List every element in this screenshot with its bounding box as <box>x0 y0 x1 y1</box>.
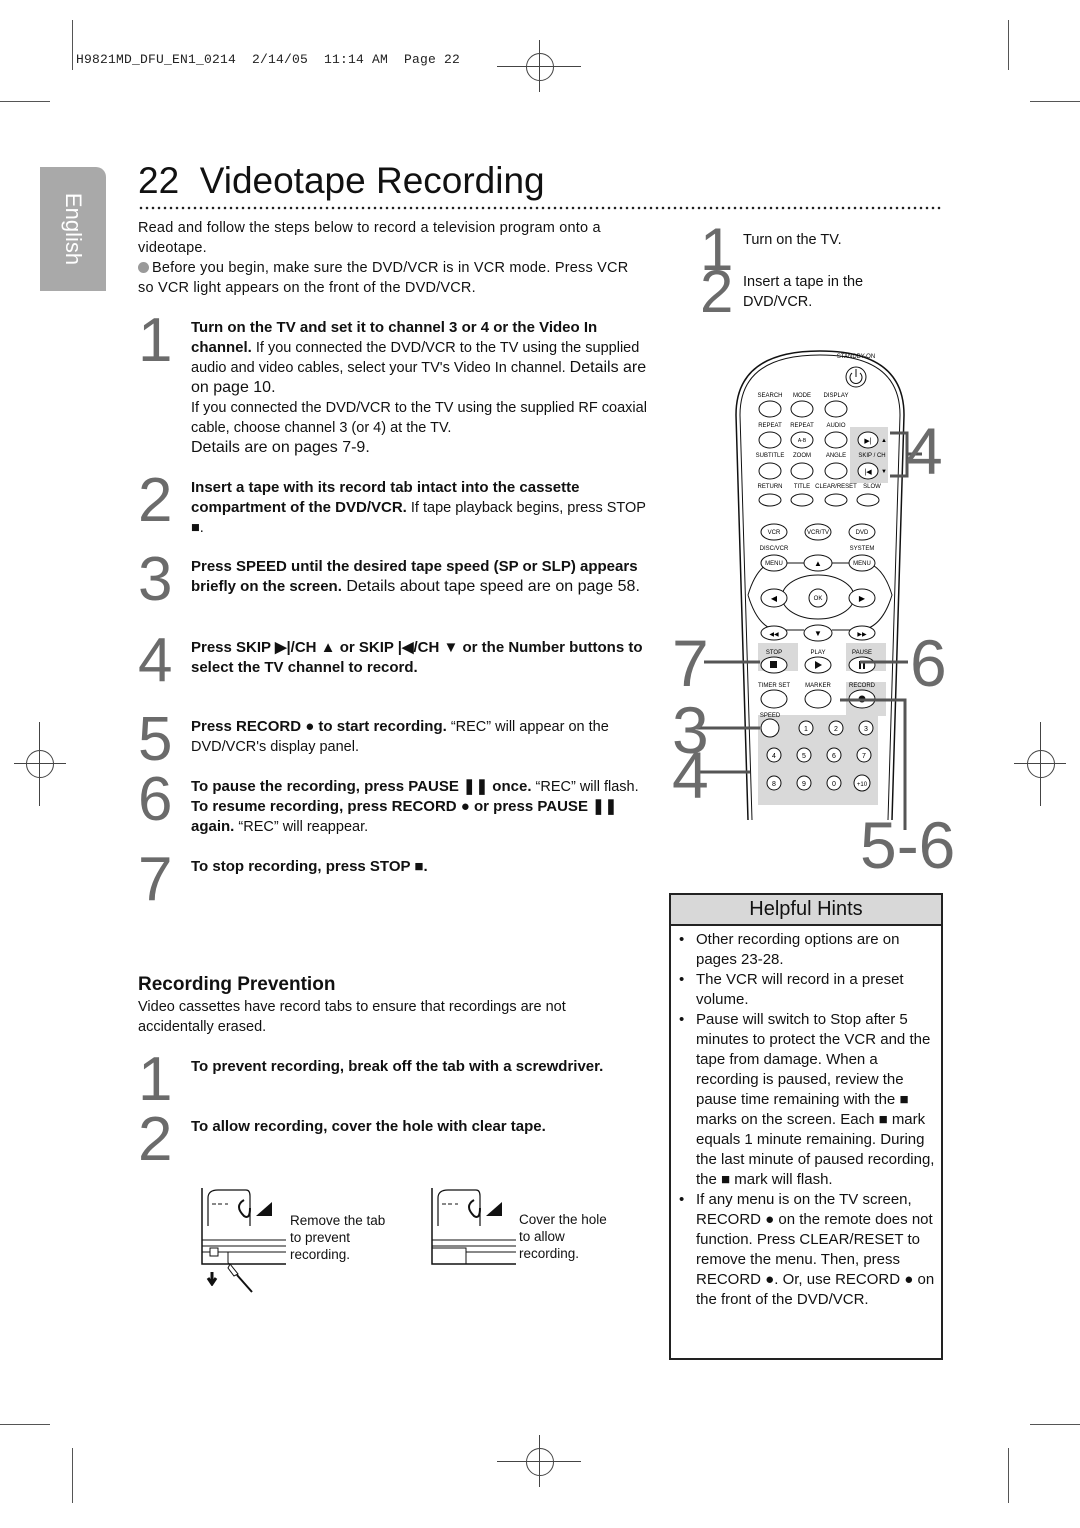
step-number: 2 <box>700 258 734 325</box>
svg-text:DISPLAY: DISPLAY <box>824 393 849 399</box>
step-number: 1 <box>138 306 173 375</box>
callout-4-numbers: 4 <box>672 738 709 812</box>
svg-text:STANDBY-ON: STANDBY-ON <box>837 354 875 360</box>
step-7: 7 To stop recording, press STOP ■. <box>138 845 428 914</box>
prevention-step-2: 2 To allow recording, cover the hole wit… <box>138 1105 546 1174</box>
helpful-hints-title: Helpful Hints <box>671 895 941 926</box>
page-title: 22 Videotape Recording <box>138 160 545 201</box>
hint-item: The VCR will record in a preset volume. <box>679 970 935 1010</box>
caption-cover-hole: Cover the hole to allow recording. <box>519 1212 607 1261</box>
crop-mark <box>0 1424 50 1425</box>
crop-mark <box>0 101 50 102</box>
step-4: 4 Press SKIP ▶|/CH ▲ or SKIP |◀/CH ▼ or … <box>138 626 643 695</box>
callout-6-pause: 6 <box>910 626 947 700</box>
step-number: 3 <box>138 545 173 614</box>
section-heading: Recording Prevention <box>138 974 336 995</box>
cassette-tab-covered-illustration <box>431 1188 516 1265</box>
prevention-step-1: 1 To prevent recording, break off the ta… <box>138 1045 604 1114</box>
crop-mark <box>1030 101 1080 102</box>
hint-item: Other recording options are on pages 23-… <box>679 930 935 970</box>
crop-mark <box>1030 1424 1080 1425</box>
intro-bullet: Before you begin, make sure the DVD/VCR … <box>138 260 629 296</box>
svg-text:MODE: MODE <box>793 393 811 399</box>
crop-mark <box>72 1448 73 1503</box>
print-header: H9821MD_DFU_EN1_0214 2/14/05 11:14 AM Pa… <box>76 52 461 67</box>
dotted-divider <box>138 206 942 210</box>
crop-mark <box>1008 1448 1009 1503</box>
bullet-icon <box>138 262 149 273</box>
helpful-hints-box: Helpful Hints Other recording options ar… <box>669 893 943 1360</box>
caption-remove-tab: Remove the tab to prevent recording. <box>290 1213 386 1262</box>
callout-5-6-record: 5-6 <box>860 808 956 882</box>
step-1: 1 Turn on the TV and set it to channel 3… <box>138 306 647 457</box>
callout-7-stop: 7 <box>672 626 709 700</box>
step-6: 6 To pause the recording, press PAUSE ❚❚… <box>138 765 639 836</box>
step-number: 1 <box>138 1045 173 1114</box>
language-tab: English <box>40 167 106 291</box>
step-number: 7 <box>138 845 173 914</box>
prevention-intro: Video cassettes have record tabs to ensu… <box>138 999 566 1035</box>
hint-item: Pause will switch to Stop after 5 minute… <box>679 1010 935 1190</box>
intro-text: Read and follow the steps below to recor… <box>138 220 601 256</box>
step-5: 5 Press RECORD ● to start recording. “RE… <box>138 705 609 774</box>
intro: Read and follow the steps below to recor… <box>138 218 638 298</box>
callout-4-skip: 4 <box>906 414 943 488</box>
step-number: 5 <box>138 705 173 774</box>
svg-text:SEARCH: SEARCH <box>757 393 782 399</box>
step-number: 6 <box>138 765 173 834</box>
screwdriver-icon <box>227 1263 253 1293</box>
step-2: 2 Insert a tape with its record tab inta… <box>138 466 646 537</box>
step-number: 2 <box>138 466 173 535</box>
step-number: 4 <box>138 626 173 695</box>
step-number: 2 <box>138 1105 173 1174</box>
step-3: 3 Press SPEED until the desired tape spe… <box>138 545 640 614</box>
crop-mark <box>1008 20 1009 70</box>
crop-mark <box>72 20 73 70</box>
hint-item: If any menu is on the TV screen, RECORD … <box>679 1190 935 1310</box>
